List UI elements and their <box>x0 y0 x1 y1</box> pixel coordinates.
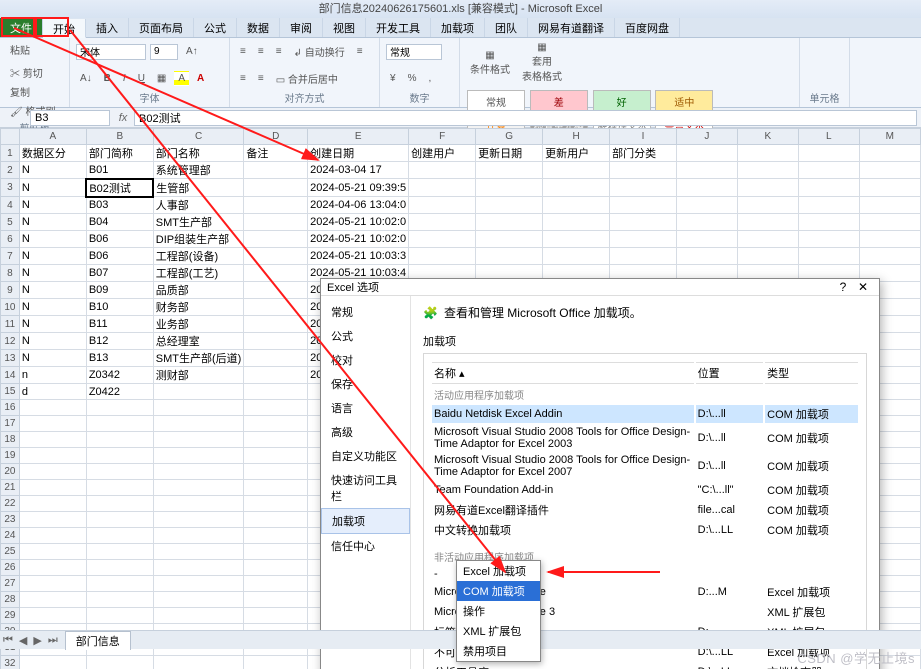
conditional-format-button[interactable]: ▦条件格式 <box>466 48 514 78</box>
number-format-combo[interactable] <box>386 44 442 60</box>
tab-formulas[interactable]: 公式 <box>194 18 237 37</box>
copy-button[interactable]: 复制 <box>6 82 59 101</box>
group-align-label: 对齐方式 <box>236 90 373 105</box>
group-font-label: 字体 <box>76 90 223 105</box>
border-button[interactable]: ▦ <box>153 71 170 86</box>
tab-developer[interactable]: 开发工具 <box>366 18 431 37</box>
paste-button[interactable]: 粘贴 <box>6 40 34 59</box>
align-center-button[interactable]: ≡ <box>236 71 250 86</box>
name-box[interactable] <box>30 110 110 126</box>
align-top-button[interactable]: ≡ <box>236 44 250 59</box>
font-size-combo[interactable] <box>150 44 178 60</box>
tab-layout[interactable]: 页面布局 <box>129 18 194 37</box>
cut-button[interactable]: ✂ 剪切 <box>6 63 59 82</box>
dialog-nav-item[interactable]: 保存 <box>321 372 410 396</box>
currency-button[interactable]: ¥ <box>386 71 400 86</box>
dialog-nav: 常规公式校对保存语言高级自定义功能区快速访问工具栏加载项信任中心 <box>321 296 411 669</box>
italic-button[interactable]: I <box>119 71 130 86</box>
ribbon: 粘贴 ✂ 剪切 复制 🖌 格式刷 剪贴板 A↑ A↓ B I U ▦ A A 字… <box>0 38 921 108</box>
dialog-nav-item[interactable]: 高级 <box>321 420 410 444</box>
dialog-close-button[interactable]: ✕ <box>853 280 873 294</box>
manage-option[interactable]: COM 加载项 <box>457 581 540 601</box>
dialog-title: Excel 选项 <box>327 279 379 295</box>
decrease-font-button[interactable]: A↓ <box>76 71 96 86</box>
tab-baidu[interactable]: 百度网盘 <box>615 18 680 37</box>
tab-youdao[interactable]: 网易有道翻译 <box>528 18 615 37</box>
sheet-nav-last[interactable]: ⏭ <box>45 634 61 647</box>
dialog-help-button[interactable]: ? <box>833 280 853 294</box>
group-number-label: 数字 <box>386 90 453 105</box>
tab-team[interactable]: 团队 <box>485 18 528 37</box>
tab-view[interactable]: 视图 <box>323 18 366 37</box>
sheet-nav-prev[interactable]: ◀ <box>16 634 30 647</box>
section-title: 加载项 <box>423 333 867 349</box>
dialog-nav-item[interactable]: 加载项 <box>321 508 410 534</box>
dialog-nav-item[interactable]: 信任中心 <box>321 534 410 558</box>
manage-option[interactable]: XML 扩展包 <box>457 621 540 641</box>
dialog-nav-item[interactable]: 快速访问工具栏 <box>321 468 410 508</box>
percent-button[interactable]: % <box>404 71 421 86</box>
excel-options-dialog: Excel 选项 ? ✕ 常规公式校对保存语言高级自定义功能区快速访问工具栏加载… <box>320 278 880 669</box>
manage-option[interactable]: 禁用项目 <box>457 641 540 661</box>
bold-button[interactable]: B <box>100 71 115 86</box>
manage-dropdown-popup[interactable]: Excel 加载项COM 加载项操作XML 扩展包禁用项目 <box>456 560 541 662</box>
formula-bar: fx <box>0 108 921 128</box>
comma-button[interactable]: , <box>424 71 435 86</box>
manage-option[interactable]: 操作 <box>457 601 540 621</box>
tab-insert[interactable]: 插入 <box>86 18 129 37</box>
align-mid-button[interactable]: ≡ <box>254 44 268 59</box>
manage-option[interactable]: Excel 加载项 <box>457 561 540 581</box>
dialog-nav-item[interactable]: 常规 <box>321 300 410 324</box>
format-as-table-button[interactable]: ▦套用 表格格式 <box>518 40 566 85</box>
formula-input[interactable] <box>134 110 917 126</box>
merge-center-button[interactable]: ▭ 合并后居中 <box>272 69 342 88</box>
dialog-heading: 🧩 查看和管理 Microsoft Office 加载项。 <box>423 304 867 321</box>
sheet-nav-next[interactable]: ▶ <box>30 634 44 647</box>
dialog-nav-item[interactable]: 公式 <box>321 324 410 348</box>
watermark: CSDN @学无止境s <box>797 648 915 667</box>
window-titlebar: 部门信息20240626175601.xls [兼容模式] - Microsof… <box>0 0 921 18</box>
tab-addins[interactable]: 加载项 <box>431 18 485 37</box>
dialog-nav-item[interactable]: 语言 <box>321 396 410 420</box>
tab-home[interactable]: 开始 <box>43 19 86 38</box>
wrap-text-button[interactable]: ↲ 自动换行 <box>290 42 349 61</box>
addins-icon: 🧩 <box>423 306 438 320</box>
font-color-button[interactable]: A <box>193 71 208 86</box>
fill-color-button[interactable]: A <box>174 71 189 86</box>
increase-font-button[interactable]: A↑ <box>182 44 202 59</box>
align-right-button[interactable]: ≡ <box>254 71 268 86</box>
tab-file[interactable]: 文件 <box>0 18 43 37</box>
tab-data[interactable]: 数据 <box>237 18 280 37</box>
fx-button[interactable]: fx <box>112 112 134 124</box>
sheet-tab-active[interactable]: 部门信息 <box>65 631 131 650</box>
tab-review[interactable]: 审阅 <box>280 18 323 37</box>
ribbon-tabs: 文件 开始 插入 页面布局 公式 数据 审阅 视图 开发工具 加载项 团队 网易… <box>0 18 921 38</box>
sheet-nav-first[interactable]: ⏮ <box>0 634 16 647</box>
group-cells-label: 单元格 <box>806 90 843 105</box>
dialog-nav-item[interactable]: 校对 <box>321 348 410 372</box>
underline-button[interactable]: U <box>134 71 149 86</box>
align-left-button[interactable]: ≡ <box>353 44 367 59</box>
font-name-combo[interactable] <box>76 44 146 60</box>
align-bot-button[interactable]: ≡ <box>272 44 286 59</box>
dialog-nav-item[interactable]: 自定义功能区 <box>321 444 410 468</box>
